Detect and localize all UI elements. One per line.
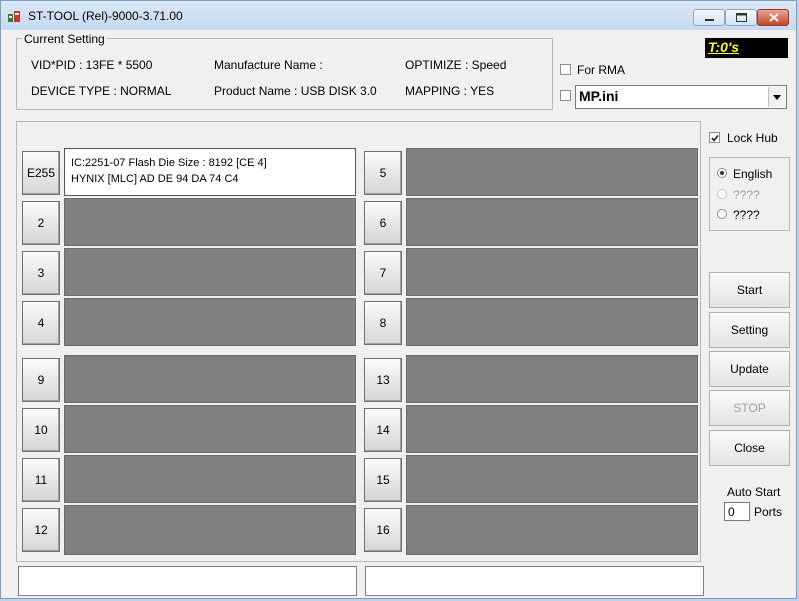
current-setting-group [16,38,553,110]
window-title: ST-TOOL (Rel)-9000-3.71.00 [28,9,183,23]
ini-select-value: MP.ini [579,88,619,104]
port-button-8[interactable]: 8 [364,301,402,345]
minimize-icon [705,19,714,21]
port-panel-12 [64,505,356,555]
language-label-2: ???? [733,188,760,202]
app-icon [7,9,21,23]
port-button-10[interactable]: 10 [22,408,60,452]
port-button-14[interactable]: 14 [364,408,402,452]
port-button-3[interactable]: 3 [22,251,60,295]
language-label-3: ???? [733,208,760,222]
port-button-9[interactable]: 9 [22,358,60,402]
minimize-button[interactable] [693,9,725,26]
port-panel-3 [64,248,356,296]
port-panel-11 [64,455,356,503]
auto-start-unit: Ports [754,505,783,519]
timer-display: T:0's [705,38,788,58]
auto-start-input[interactable]: 0 [724,502,750,521]
language-radio-3[interactable] [717,209,727,219]
lock-hub-label: Lock Hub [727,131,778,145]
setting-button[interactable]: Setting [709,312,790,348]
auto-start-value: 0 [728,505,735,519]
port-button-11[interactable]: 11 [22,458,60,502]
port-panel-14 [406,405,698,453]
check-icon [711,135,719,142]
log-box-right [365,566,704,596]
language-label-english: English [733,167,773,181]
ini-select[interactable]: MP.ini [575,85,787,109]
optimize-text: OPTIMIZE : Speed [405,58,507,72]
timer-text: T:0's [708,39,740,55]
port-panel-7 [406,248,698,296]
product-name-text: Product Name : USB DISK 3.0 [214,84,377,98]
ini-checkbox[interactable] [560,90,571,101]
close-window-button[interactable] [757,9,789,26]
for-rma-label: For RMA [577,63,625,77]
port-button-7[interactable]: 7 [364,251,402,295]
port-panel-16 [406,505,698,555]
radio-selected-dot [720,171,724,175]
ini-dropdown-button[interactable] [768,87,785,107]
current-setting-legend: Current Setting [22,32,107,46]
log-box-left [18,566,357,596]
port-button-12[interactable]: 12 [22,508,60,552]
port-button-13[interactable]: 13 [364,358,402,402]
vid-pid-text: VID*PID : 13FE * 5500 [31,58,153,72]
close-button[interactable]: Close [709,430,790,466]
port-panel-5 [406,148,698,196]
port-panel-15 [406,455,698,503]
port-button-5[interactable]: 5 [364,151,402,195]
stop-button[interactable]: STOP [709,390,790,426]
port-button-4[interactable]: 4 [22,301,60,345]
mapping-text: MAPPING : YES [405,84,495,98]
port-panel-9 [64,355,356,403]
close-icon [769,13,779,22]
port-button-16[interactable]: 16 [364,508,402,552]
port-panel-2 [64,198,356,246]
port-panel-4 [64,298,356,346]
manufacture-name-text: Manufacture Name : [214,58,323,72]
language-radio-english[interactable] [717,168,727,178]
port-button-2[interactable]: 2 [22,201,60,245]
chevron-down-icon [773,95,781,100]
port-info-line1: IC:2251-07 Flash Die Size : 8192 [CE 4] [71,157,267,169]
port-panel-13 [406,355,698,403]
port-button-6[interactable]: 6 [364,201,402,245]
port-info-line2: HYNIX [MLC] AD DE 94 DA 74 C4 [71,173,239,185]
lock-hub-checkbox[interactable] [709,132,720,143]
device-type-text: DEVICE TYPE : NORMAL [31,84,172,98]
maximize-button[interactable] [725,9,757,26]
for-rma-checkbox[interactable] [560,64,571,75]
port-panel-e255: IC:2251-07 Flash Die Size : 8192 [CE 4] … [64,148,356,196]
port-button-15[interactable]: 15 [364,458,402,502]
port-button-e255[interactable]: E255 [22,151,60,195]
language-radio-2[interactable] [717,189,727,199]
port-panel-8 [406,298,698,346]
auto-start-label: Auto Start [727,485,781,499]
start-button[interactable]: Start [709,272,790,308]
port-panel-6 [406,198,698,246]
maximize-icon [736,13,747,22]
port-panel-10 [64,405,356,453]
update-button[interactable]: Update [709,351,790,387]
